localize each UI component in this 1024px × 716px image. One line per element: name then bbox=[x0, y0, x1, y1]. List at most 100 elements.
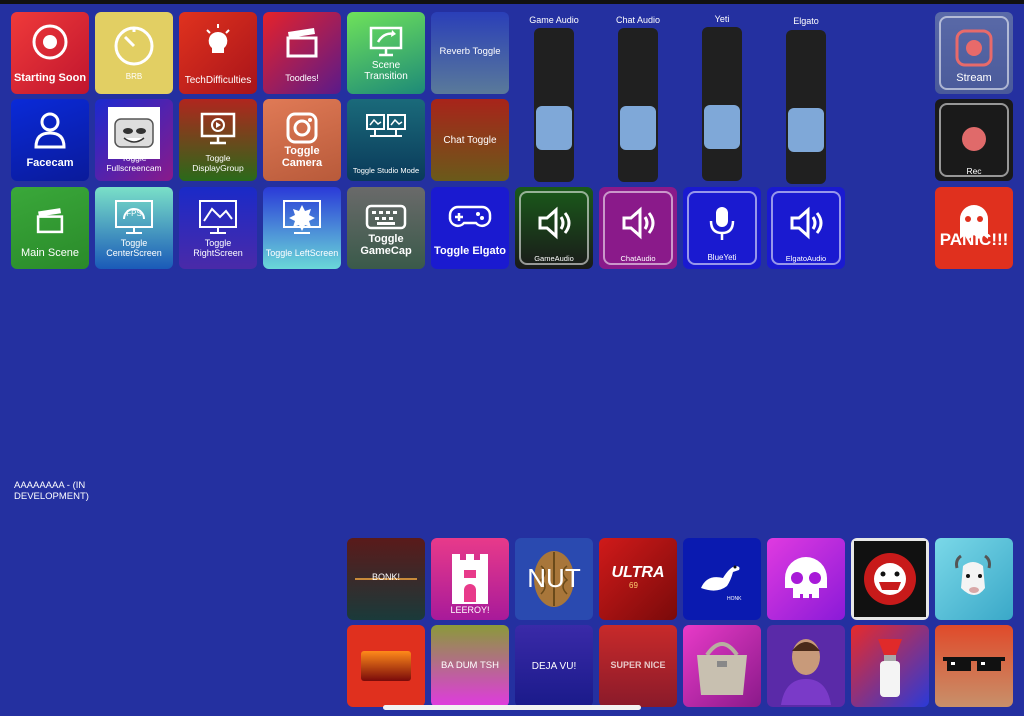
brb-label: BRB bbox=[125, 72, 143, 82]
record-dot-icon bbox=[935, 125, 1013, 153]
svg-text:FPS: FPS bbox=[126, 209, 142, 218]
chat-toggle-label: Chat Toggle bbox=[443, 135, 497, 146]
fire-face-image bbox=[361, 651, 411, 681]
dev-note-text: AAAAAAAA - (IN DEVELOPMENT) bbox=[14, 480, 89, 502]
toggle-leftscreen-label: Toggle LeftScreen bbox=[265, 248, 339, 259]
main-scene-button[interactable]: Main Scene bbox=[11, 187, 89, 269]
scene-transition-button[interactable]: Scene Transition bbox=[347, 12, 425, 94]
reverb-toggle-button[interactable]: Reverb Toggle bbox=[431, 12, 509, 94]
brb-button[interactable]: BRB bbox=[95, 12, 173, 94]
clapperboard-icon bbox=[263, 22, 341, 62]
fader-game-audio[interactable] bbox=[534, 28, 574, 182]
sound-super-nice-button[interactable]: SUPER NICE bbox=[599, 625, 677, 707]
tech-difficulties-label: TechDifficulties bbox=[184, 75, 252, 86]
sound-ultra-title: ULTRA bbox=[611, 564, 665, 581]
toggle-camera-button[interactable]: Toggle Camera bbox=[263, 99, 341, 181]
troll-face-icon bbox=[95, 107, 173, 159]
toggle-camera-label: Toggle Camera bbox=[281, 144, 323, 169]
user-icon bbox=[11, 109, 89, 151]
home-indicator[interactable] bbox=[383, 705, 641, 710]
toodles-button[interactable]: Toodles! bbox=[263, 12, 341, 94]
facecam-label: Facecam bbox=[26, 156, 74, 169]
sound-deal-with-it-button[interactable] bbox=[935, 625, 1013, 707]
mute-game-audio-button[interactable]: GameAudio bbox=[515, 187, 593, 269]
fader-knob[interactable] bbox=[620, 106, 656, 151]
sound-honk-label: HONK bbox=[727, 595, 742, 602]
sound-nut-button[interactable]: NUT bbox=[515, 538, 593, 620]
sound-fire-button[interactable] bbox=[347, 625, 425, 707]
sound-skull-button[interactable] bbox=[767, 538, 845, 620]
air-horn-icon bbox=[851, 633, 929, 701]
sound-purse-button[interactable] bbox=[683, 625, 761, 707]
toggle-studio-mode-label: Toggle Studio Mode bbox=[352, 165, 420, 175]
fader-label-chat-audio: Chat Audio bbox=[615, 15, 661, 25]
sound-deja-vu-button[interactable]: DEJA VU! bbox=[515, 625, 593, 707]
sound-honk-button[interactable]: HONK bbox=[683, 538, 761, 620]
monitor-graph-icon bbox=[179, 197, 257, 239]
timer-icon bbox=[95, 22, 173, 68]
sound-leeroy-label: LEEROY! bbox=[450, 605, 490, 616]
fader-chat-audio[interactable] bbox=[618, 28, 658, 182]
toggle-elgato-button[interactable]: Toggle Elgato bbox=[431, 187, 509, 269]
panic-label: PANIC!!! bbox=[939, 230, 1009, 249]
mute-chat-audio-label: ChatAudio bbox=[620, 253, 656, 263]
record-circle-icon bbox=[11, 22, 89, 62]
clapperboard-icon bbox=[11, 203, 89, 237]
fader-label-elgato: Elgato bbox=[793, 16, 819, 26]
sound-rage-face-button[interactable] bbox=[851, 538, 929, 620]
fader-knob[interactable] bbox=[788, 108, 824, 153]
sound-bonk-label: BONK! bbox=[371, 572, 400, 582]
speaker-icon bbox=[599, 205, 677, 241]
fader-knob[interactable] bbox=[704, 105, 740, 150]
sound-ultra-button[interactable]: ULTRA 69 bbox=[599, 538, 677, 620]
mute-elgato-audio-button[interactable]: ElgatoAudio bbox=[767, 187, 845, 269]
starting-soon-label: Starting Soon bbox=[13, 71, 87, 84]
fader-elgato[interactable] bbox=[786, 30, 826, 184]
tech-difficulties-button[interactable]: TechDifficulties bbox=[179, 12, 257, 94]
toggle-studio-mode-button[interactable]: Toggle Studio Mode bbox=[347, 99, 425, 181]
sound-goat-button[interactable] bbox=[935, 538, 1013, 620]
gamepad-icon bbox=[431, 203, 509, 233]
fader-knob[interactable] bbox=[536, 106, 572, 151]
rec-button[interactable]: Rec bbox=[935, 99, 1013, 181]
mute-chat-audio-button[interactable]: ChatAudio bbox=[599, 187, 677, 269]
goat-icon bbox=[935, 548, 1013, 608]
sound-bonk-button[interactable]: BONK! bbox=[347, 538, 425, 620]
sound-air-horn-button[interactable] bbox=[851, 625, 929, 707]
toggle-displaygroup-label: Toggle DisplayGroup bbox=[192, 153, 244, 173]
scene-transition-label: Scene Transition bbox=[364, 60, 408, 82]
mute-game-audio-label: GameAudio bbox=[534, 253, 574, 263]
panic-button[interactable]: PANIC!!! bbox=[935, 187, 1013, 269]
toggle-fullscreencam-label: Toggle Fullscreencam bbox=[106, 153, 162, 173]
monitor-burst-icon bbox=[263, 197, 341, 239]
sound-leeroy-button[interactable]: LEEROY! bbox=[431, 538, 509, 620]
chat-toggle-button[interactable]: Chat Toggle bbox=[431, 99, 509, 181]
mute-elgato-audio-label: ElgatoAudio bbox=[785, 253, 827, 263]
reverb-toggle-label: Reverb Toggle bbox=[439, 46, 501, 57]
purse-icon bbox=[683, 631, 761, 701]
toggle-leftscreen-button[interactable]: Toggle LeftScreen bbox=[263, 187, 341, 269]
monitor-arrow-icon bbox=[347, 22, 425, 62]
castle-icon bbox=[431, 544, 509, 604]
keyboard-icon bbox=[347, 203, 425, 231]
toggle-gamecap-button[interactable]: Toggle GameCap bbox=[347, 187, 425, 269]
toggle-displaygroup-button[interactable]: Toggle DisplayGroup bbox=[179, 99, 257, 181]
mute-blue-yeti-label: BlueYeti bbox=[707, 253, 737, 263]
monitor-fps-icon: FPS bbox=[95, 197, 173, 239]
stream-button[interactable]: Stream bbox=[935, 12, 1013, 94]
toggle-centerscreen-button[interactable]: FPS Toggle CenterScreen bbox=[95, 187, 173, 269]
lightbulb-icon bbox=[179, 22, 257, 62]
sound-ba-dum-tsh-button[interactable]: BA DUM TSH bbox=[431, 625, 509, 707]
facecam-button[interactable]: Facecam bbox=[11, 99, 89, 181]
sound-guy-button[interactable] bbox=[767, 625, 845, 707]
sound-super-nice-label: SUPER NICE bbox=[610, 660, 666, 670]
toggle-fullscreencam-button[interactable]: Toggle Fullscreencam bbox=[95, 99, 173, 181]
skull-icon bbox=[767, 554, 845, 606]
toggle-rightscreen-button[interactable]: Toggle RightScreen bbox=[179, 187, 257, 269]
fader-yeti[interactable] bbox=[702, 27, 742, 181]
mute-blue-yeti-button[interactable]: BlueYeti bbox=[683, 187, 761, 269]
starting-soon-button[interactable]: Starting Soon bbox=[11, 12, 89, 94]
dual-monitor-icon bbox=[347, 109, 425, 149]
goose-icon bbox=[683, 560, 761, 596]
toggle-gamecap-label: Toggle GameCap bbox=[360, 232, 412, 257]
